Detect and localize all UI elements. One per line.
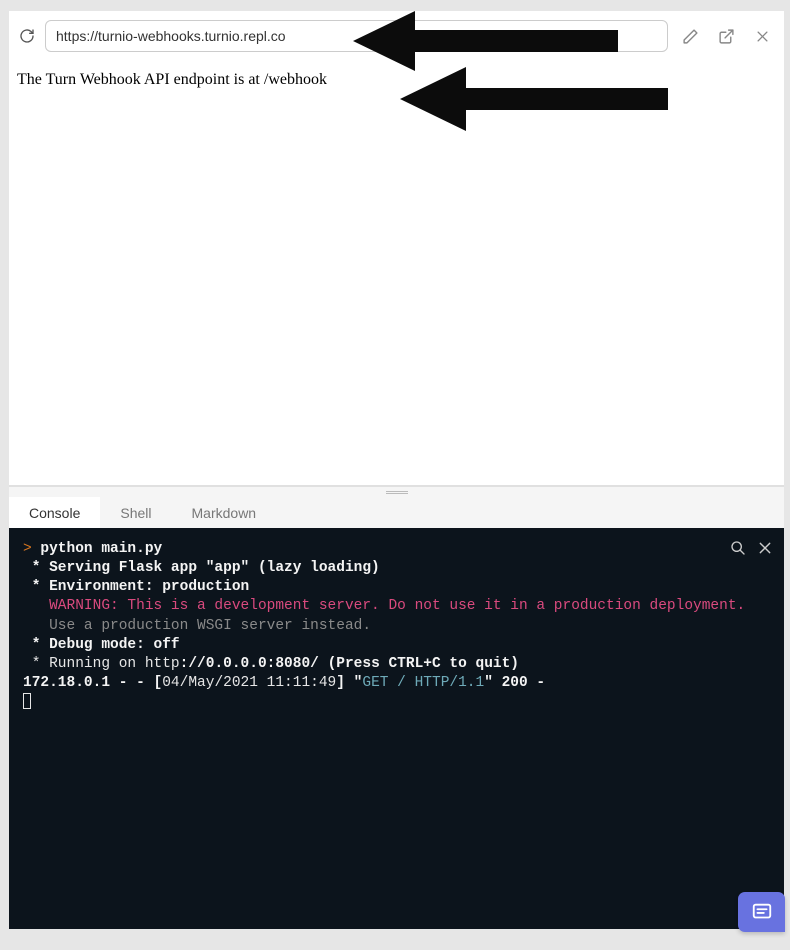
console-text: > python main.py * Serving Flask app "ap…	[23, 540, 770, 716]
terminal-cursor	[23, 693, 31, 709]
console-warning: WARNING: This is a development server. D…	[23, 598, 745, 614]
edit-button[interactable]	[676, 22, 704, 50]
close-icon	[755, 29, 770, 44]
app-frame: The Turn Webhook API endpoint is at /web…	[8, 10, 785, 930]
pane-resize-handle[interactable]	[9, 486, 784, 497]
tab-markdown[interactable]: Markdown	[172, 497, 277, 528]
reload-button[interactable]	[17, 26, 37, 46]
console-output[interactable]: > python main.py * Serving Flask app "ap…	[9, 528, 784, 929]
page-text: The Turn Webhook API endpoint is at /web…	[17, 71, 327, 88]
tab-shell[interactable]: Shell	[100, 497, 171, 528]
external-link-icon	[718, 28, 735, 45]
browser-toolbar	[9, 11, 784, 61]
url-input[interactable]	[45, 20, 668, 52]
page-body: The Turn Webhook API endpoint is at /web…	[9, 61, 784, 485]
close-preview-button[interactable]	[748, 22, 776, 50]
console-actions	[730, 540, 772, 556]
console-tabs: Console Shell Markdown	[9, 497, 784, 528]
console-close-button[interactable]	[758, 540, 772, 556]
prompt-symbol: >	[23, 541, 32, 557]
console-line: * Serving Flask app "app" (lazy loading)	[23, 560, 380, 576]
chat-widget-button[interactable]	[738, 892, 785, 932]
tab-console[interactable]: Console	[9, 497, 100, 528]
console-line: * Environment: production	[23, 579, 249, 595]
console-search-button[interactable]	[730, 540, 746, 556]
close-icon	[758, 541, 772, 555]
search-icon	[730, 540, 746, 556]
open-new-tab-button[interactable]	[712, 22, 740, 50]
console-line: * Running on http://0.0.0.0:8080/ (Press…	[23, 656, 519, 672]
command-text: python main.py	[40, 541, 162, 557]
console-dim: Use a production WSGI server instead.	[23, 618, 371, 634]
chat-icon	[751, 901, 773, 923]
grip-icon	[386, 491, 408, 494]
reload-icon	[19, 28, 35, 44]
console-line: * Debug mode: off	[23, 637, 180, 653]
browser-preview-pane: The Turn Webhook API endpoint is at /web…	[9, 11, 784, 486]
pencil-icon	[682, 28, 699, 45]
console-log-line: 172.18.0.1 - - [04/May/2021 11:11:49] "G…	[23, 675, 545, 691]
